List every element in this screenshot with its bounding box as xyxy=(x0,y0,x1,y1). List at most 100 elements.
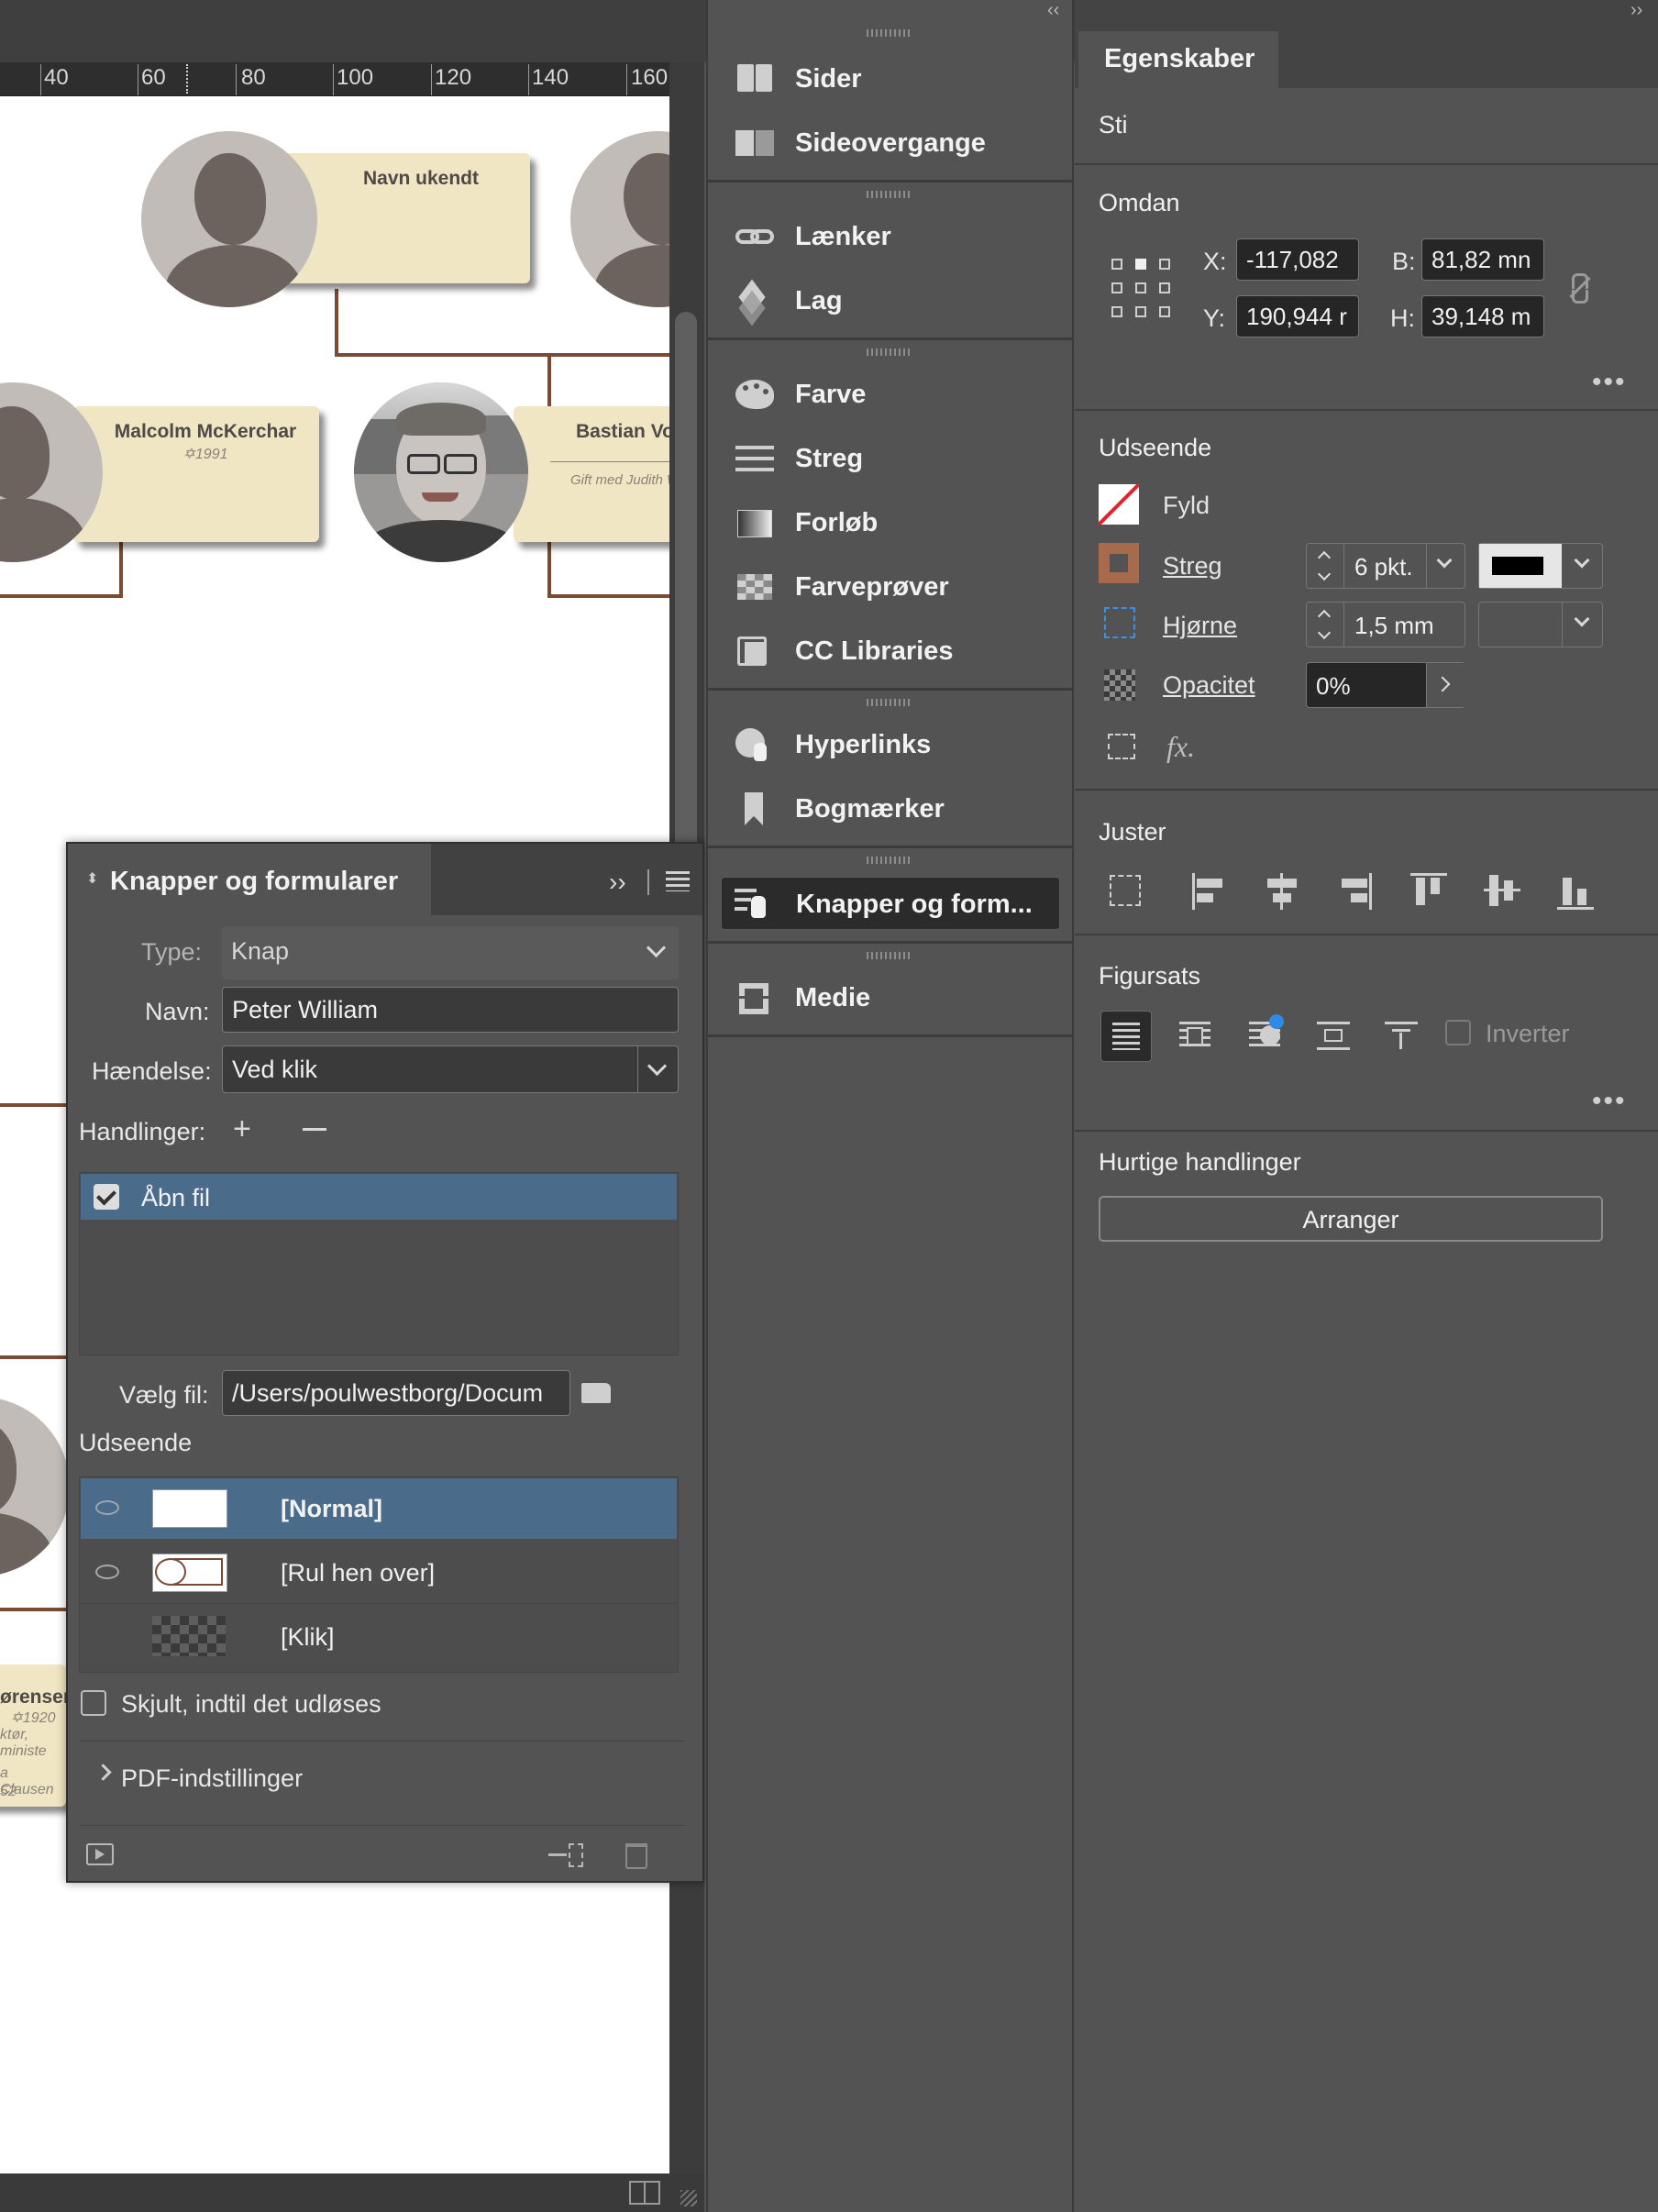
family-card[interactable]: Malcolm McKerchar ✡1991 xyxy=(73,406,319,542)
type-select[interactable]: Knap xyxy=(222,926,679,979)
tab-label: Egenskaber xyxy=(1104,44,1255,73)
stroke-weight-stepper[interactable]: 6 pkt. xyxy=(1306,543,1465,589)
collapse-toggle-icon[interactable]: ⬍ xyxy=(86,869,98,888)
invert-checkbox[interactable] xyxy=(1445,1020,1471,1045)
state-row[interactable]: [Klik] xyxy=(81,1605,677,1669)
avatar-photo[interactable] xyxy=(354,382,528,562)
status-bar xyxy=(0,2173,704,2212)
fill-none-swatch-icon[interactable] xyxy=(1099,484,1139,525)
stroke-swatch-icon[interactable] xyxy=(1099,543,1139,583)
hidden-until-triggered-checkbox[interactable] xyxy=(81,1690,106,1716)
dock-item-label: Sider xyxy=(795,64,862,94)
panel-menu-icon[interactable] xyxy=(666,871,690,891)
avatar-silhouette[interactable] xyxy=(141,131,317,307)
chevron-down-icon xyxy=(647,1056,668,1077)
height-input[interactable]: 39,148 m xyxy=(1421,295,1544,337)
chevron-down-icon xyxy=(1436,552,1453,569)
remove-action-icon[interactable] xyxy=(303,1128,326,1131)
stroke-label[interactable]: Streg xyxy=(1163,552,1222,581)
more-options-icon[interactable]: ••• xyxy=(1592,1086,1627,1117)
state-row[interactable]: [Rul hen over] xyxy=(81,1541,677,1604)
family-card[interactable]: ørensen ✡1920 ktør, ministe a Clausen 52 xyxy=(0,1665,75,1807)
jump-to-next-column-icon[interactable] xyxy=(1385,1022,1418,1051)
horizontal-ruler[interactable]: 40 60 80 100 120 140 160 xyxy=(0,62,671,96)
event-select[interactable]: Ved klik xyxy=(222,1045,679,1093)
dock-item-stroke[interactable]: Streg xyxy=(708,431,1072,486)
quick-actions-title: Hurtige handlinger xyxy=(1099,1148,1301,1176)
folder-icon[interactable] xyxy=(581,1383,611,1403)
dock-item-buttons-forms[interactable]: Knapper og form... xyxy=(721,877,1060,930)
jump-object-icon[interactable] xyxy=(1317,1022,1350,1051)
action-row[interactable]: Åbn fil xyxy=(81,1174,677,1220)
panel-dock: ‹‹ Sider Sideovergange Lænker Lag Farve … xyxy=(706,0,1074,2212)
align-title: Juster xyxy=(1099,818,1166,846)
align-right-icon[interactable] xyxy=(1339,873,1372,910)
x-input[interactable]: -117,082 xyxy=(1236,238,1359,281)
add-action-icon[interactable]: + xyxy=(233,1112,251,1147)
wrap-object-shape-icon[interactable] xyxy=(1249,1014,1284,1051)
corner-size-stepper[interactable]: 1,5 mm xyxy=(1306,602,1465,647)
dock-item-layers[interactable]: Lag xyxy=(708,273,1072,328)
dock-item-label: Hyperlinks xyxy=(795,730,932,759)
state-row[interactable]: [Normal] xyxy=(81,1478,677,1539)
dock-item-media[interactable]: Medie xyxy=(708,970,1072,1025)
y-input[interactable]: 190,944 r xyxy=(1236,295,1359,337)
align-to-selection-icon[interactable] xyxy=(1110,875,1141,906)
collapse-dock-icon[interactable]: ‹‹ xyxy=(1047,0,1059,21)
name-input[interactable]: Peter William xyxy=(222,987,679,1033)
avatar-silhouette[interactable] xyxy=(570,131,669,307)
trash-icon[interactable] xyxy=(625,1843,647,1869)
align-vertical-center-icon[interactable] xyxy=(1484,873,1520,908)
align-bottom-icon[interactable] xyxy=(1557,873,1594,910)
dock-item-links[interactable]: Lænker xyxy=(708,209,1072,264)
pdf-options-label[interactable]: PDF-indstillinger xyxy=(121,1764,303,1793)
preview-icon[interactable] xyxy=(86,1843,114,1865)
action-checkbox[interactable] xyxy=(94,1184,119,1210)
resize-grip-icon[interactable] xyxy=(680,2190,697,2206)
expand-panel-icon[interactable]: ›› xyxy=(609,868,626,897)
align-left-icon[interactable] xyxy=(1192,873,1225,910)
constrain-proportions-icon[interactable] xyxy=(1566,271,1592,304)
tab-properties[interactable]: Egenskaber xyxy=(1078,31,1278,88)
corner-options-icon[interactable] xyxy=(1104,607,1135,638)
wrap-bounding-box-icon[interactable] xyxy=(1179,1022,1210,1051)
split-view-icon[interactable] xyxy=(629,2181,660,2205)
state-label: [Normal] xyxy=(281,1495,383,1522)
file-path-input[interactable]: /Users/poulwestborg/Docum xyxy=(222,1370,570,1416)
avatar-silhouette[interactable] xyxy=(0,1397,70,1576)
dock-item-hyperlinks[interactable]: Hyperlinks xyxy=(708,717,1072,772)
dock-item-color[interactable]: Farve xyxy=(708,367,1072,422)
family-card[interactable]: Bastian Vo Gift med Judith W xyxy=(514,406,669,542)
corner-shape-select[interactable] xyxy=(1478,602,1603,647)
object-effects-icon[interactable] xyxy=(1108,734,1135,759)
properties-panel xyxy=(1075,0,1658,2212)
eye-icon[interactable] xyxy=(95,1500,119,1515)
width-input[interactable]: 81,82 mn xyxy=(1421,238,1544,281)
more-options-icon[interactable]: ••• xyxy=(1592,367,1627,398)
dock-item-swatches[interactable]: Farveprøver xyxy=(708,559,1072,614)
dock-item-cc-libraries[interactable]: CC Libraries xyxy=(708,624,1072,679)
convert-to-object-icon[interactable] xyxy=(548,1841,585,1869)
corner-label[interactable]: Hjørne xyxy=(1163,612,1237,640)
dock-item-pages[interactable]: Sider xyxy=(708,51,1072,106)
arrange-button[interactable]: Arranger xyxy=(1099,1196,1603,1242)
dock-item-gradient[interactable]: Forløb xyxy=(708,495,1072,550)
dock-item-bookmarks[interactable]: Bogmærker xyxy=(708,781,1072,836)
corner-size-value: 1,5 mm xyxy=(1354,612,1434,639)
reference-point-icon[interactable] xyxy=(1111,259,1170,317)
person-spouse-year: 52 xyxy=(0,1784,17,1799)
transform-title: Omdan xyxy=(1099,189,1180,216)
opacity-label[interactable]: Opacitet xyxy=(1163,671,1255,700)
appearance-title: Udseende xyxy=(1099,434,1212,461)
dock-item-page-transitions[interactable]: Sideovergange xyxy=(708,116,1072,171)
stroke-color-select[interactable] xyxy=(1478,543,1603,589)
opacity-icon[interactable] xyxy=(1104,669,1135,701)
fx-icon[interactable]: fx. xyxy=(1166,730,1195,764)
color-palette-icon xyxy=(734,378,776,411)
align-top-icon[interactable] xyxy=(1410,873,1447,908)
align-horizontal-center-icon[interactable] xyxy=(1266,873,1299,910)
collapse-panel-icon[interactable]: ›› xyxy=(1630,0,1642,21)
no-text-wrap-icon[interactable] xyxy=(1100,1011,1152,1062)
eye-icon[interactable] xyxy=(95,1565,119,1579)
opacity-input[interactable]: 0% xyxy=(1306,662,1467,708)
